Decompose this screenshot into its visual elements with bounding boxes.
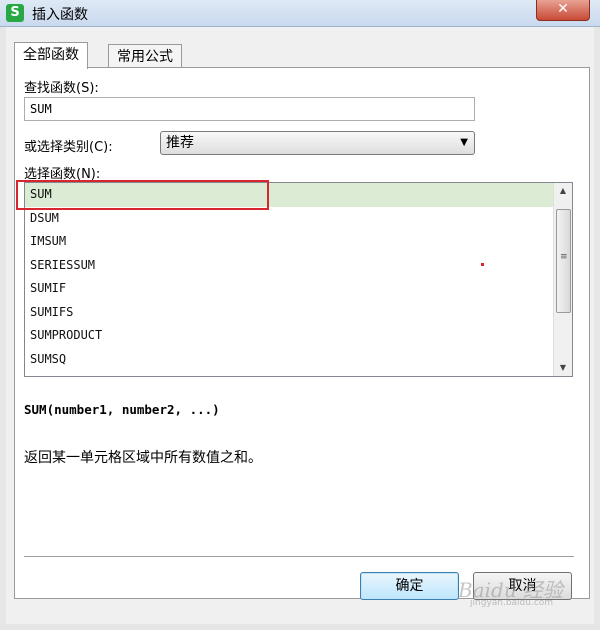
function-signature: SUM(number1, number2, ...) <box>24 402 220 417</box>
chevron-down-icon: ▼ <box>460 137 468 148</box>
list-scrollbar[interactable]: ▲ ≡ ▼ <box>553 183 572 376</box>
grip-icon: ≡ <box>560 252 568 262</box>
category-label: 或选择类别(C): <box>24 140 113 155</box>
tab-all-functions[interactable]: 全部函数 <box>14 42 88 69</box>
function-list-item[interactable]: SERIESSUM <box>25 254 572 278</box>
function-list-label: 选择函数(N): <box>24 167 101 182</box>
tab-common-formulas[interactable]: 常用公式 <box>108 44 182 69</box>
function-list-item[interactable]: SUM <box>25 183 572 207</box>
function-description: 返回某一单元格区域中所有数值之和。 <box>24 450 262 466</box>
divider <box>24 556 574 558</box>
annotation-dot <box>481 263 484 266</box>
scroll-down-icon[interactable]: ▼ <box>554 360 572 376</box>
wps-app-icon: S <box>6 4 24 22</box>
function-list-item[interactable]: SUMSQ <box>25 348 572 372</box>
close-button[interactable]: ✕ <box>536 0 590 21</box>
cancel-button[interactable]: 取消 <box>473 572 572 600</box>
search-label: 查找函数(S): <box>24 81 99 96</box>
function-list-item[interactable]: IMSUM <box>25 230 572 254</box>
function-list-items: SUM DSUM IMSUM SERIESSUM SUMIF SUMIFS SUMPRODU… <box>25 183 572 371</box>
ok-button[interactable]: 确定 <box>360 572 459 600</box>
category-dropdown[interactable]: 推荐 ▼ <box>160 131 475 155</box>
function-list-item[interactable]: DSUM <box>25 207 572 231</box>
function-list-item[interactable]: SUMIFS <box>25 301 572 325</box>
scroll-up-icon[interactable]: ▲ <box>554 183 572 199</box>
function-listbox[interactable]: SUM DSUM IMSUM SERIESSUM SUMIF SUMIFS SUMPRODU… <box>24 182 573 377</box>
title-bar: S 插入函数 ✕ <box>0 0 600 27</box>
category-selected-value: 推荐 <box>166 135 194 151</box>
scroll-thumb[interactable]: ≡ <box>556 209 571 313</box>
search-input[interactable]: SUM <box>24 97 475 121</box>
function-list-item[interactable]: SUMIF <box>25 277 572 301</box>
function-list-item[interactable]: SUMPRODUCT <box>25 324 572 348</box>
dialog-title: 插入函数 <box>32 7 88 23</box>
